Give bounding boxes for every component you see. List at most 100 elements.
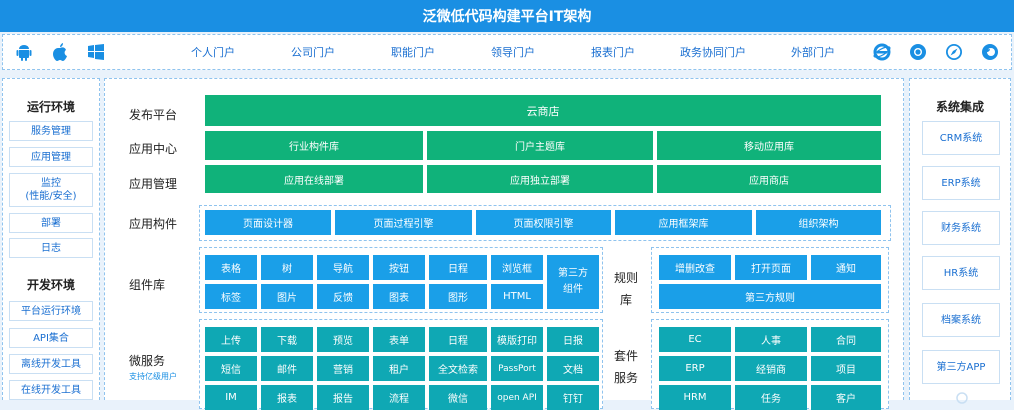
svc-daily[interactable]: 日报 — [547, 327, 599, 352]
page-permission-engine[interactable]: 页面权限引擎 — [476, 210, 611, 235]
widget-image[interactable]: 图片 — [261, 284, 313, 309]
integration-thirdparty-app[interactable]: 第三方APP — [922, 350, 1000, 384]
suite-project[interactable]: 项目 — [811, 356, 881, 381]
widget-schedule[interactable]: 日程 — [429, 255, 487, 280]
cloud-store[interactable]: 云商店 — [205, 95, 881, 126]
suite-ec[interactable]: EC — [659, 327, 731, 352]
page-process-engine[interactable]: 页面过程引擎 — [335, 210, 472, 235]
widget-tree[interactable]: 树 — [261, 255, 313, 280]
mobile-app-lib[interactable]: 移动应用库 — [657, 131, 881, 160]
widget-thirdparty[interactable]: 第三方 组件 — [547, 255, 599, 309]
integration-erp[interactable]: ERP系统 — [922, 166, 1000, 200]
widget-browse[interactable]: 浏览框 — [491, 255, 543, 280]
svc-im[interactable]: IM — [205, 385, 257, 410]
svc-upload[interactable]: 上传 — [205, 327, 257, 352]
runtime-item-monitor[interactable]: 监控 (性能/安全) — [9, 173, 93, 207]
svc-doc[interactable]: 文档 — [547, 356, 599, 381]
svc-fulltext[interactable]: 全文检索 — [429, 356, 487, 381]
rules-lib-label: 规则 库 — [613, 271, 638, 307]
suite-label: 套件 服务 — [613, 349, 638, 385]
app-store[interactable]: 应用商店 — [657, 165, 881, 193]
appmgmt-label: 应用管理 — [129, 177, 178, 191]
app-framework-lib[interactable]: 应用框架库 — [615, 210, 752, 235]
suite-erp[interactable]: ERP — [659, 356, 731, 381]
svc-brief[interactable]: 报告 — [317, 385, 369, 410]
svc-marketing[interactable]: 营销 — [317, 356, 369, 381]
suite-contract[interactable]: 合同 — [811, 327, 881, 352]
nav-item-external[interactable]: 外部门户 — [763, 44, 863, 60]
app-online-deploy[interactable]: 应用在线部署 — [205, 165, 423, 193]
integration-archive[interactable]: 档案系统 — [922, 303, 1000, 337]
integration-crm[interactable]: CRM系统 — [922, 121, 1000, 155]
widget-tag[interactable]: 标签 — [205, 284, 257, 309]
rule-crud[interactable]: 增删改查 — [659, 255, 731, 280]
widget-chart[interactable]: 图表 — [373, 284, 425, 309]
industry-lib[interactable]: 行业构件库 — [205, 131, 423, 160]
suite-hrm[interactable]: HRM — [659, 385, 731, 410]
suite-customer[interactable]: 客户 — [811, 385, 881, 410]
nav-item-report[interactable]: 报表门户 — [563, 44, 663, 60]
svc-workflow[interactable]: 流程 — [373, 385, 425, 410]
svc-report[interactable]: 报表 — [261, 385, 313, 410]
dev-item-online[interactable]: 在线开发工具 — [9, 380, 93, 400]
nav-item-function[interactable]: 职能门户 — [363, 44, 463, 60]
dev-item-platform[interactable]: 平台运行环境 — [9, 301, 93, 321]
windows-icon — [85, 41, 107, 63]
search-icon — [956, 389, 970, 408]
android-icon — [13, 41, 35, 63]
org-structure[interactable]: 组织架构 — [756, 210, 881, 235]
rule-notify[interactable]: 通知 — [811, 255, 881, 280]
dev-item-offline[interactable]: 离线开发工具 — [9, 354, 93, 374]
rule-thirdparty[interactable]: 第三方规则 — [659, 284, 881, 309]
architecture-main: 发布平台 云商店 应用中心 行业构件库 门户主题库 移动应用库 应用管理 应用在… — [104, 78, 904, 410]
app-standalone-deploy[interactable]: 应用独立部署 — [427, 165, 653, 193]
svc-tenant[interactable]: 租户 — [373, 356, 425, 381]
widget-feedback[interactable]: 反馈 — [317, 284, 369, 309]
runtime-item-app[interactable]: 应用管理 — [9, 147, 93, 167]
runtime-item-log[interactable]: 日志 — [9, 238, 93, 258]
page-designer[interactable]: 页面设计器 — [205, 210, 331, 235]
svc-passport[interactable]: PassPort — [491, 356, 543, 381]
nav-menu: 个人门户 公司门户 职能门户 领导门户 报表门户 政务协同门户 外部门户 — [163, 35, 863, 69]
integration-hr[interactable]: HR系统 — [922, 256, 1000, 290]
nav-item-government[interactable]: 政务协同门户 — [663, 44, 763, 60]
suite-dealer[interactable]: 经销商 — [735, 356, 807, 381]
widget-graphic[interactable]: 图形 — [429, 284, 487, 309]
portal-theme-lib[interactable]: 门户主题库 — [427, 131, 653, 160]
firefox-icon — [979, 41, 1001, 63]
suite-hr[interactable]: 人事 — [735, 327, 807, 352]
ie-icon — [871, 41, 893, 63]
svc-preview[interactable]: 预览 — [317, 327, 369, 352]
svc-mail[interactable]: 邮件 — [261, 356, 313, 381]
widget-table[interactable]: 表格 — [205, 255, 257, 280]
chrome-icon — [907, 41, 929, 63]
rule-open-page[interactable]: 打开页面 — [735, 255, 807, 280]
runtime-item-service[interactable]: 服务管理 — [9, 121, 93, 141]
svc-dingtalk[interactable]: 钉钉 — [547, 385, 599, 410]
safari-icon — [943, 41, 965, 63]
svc-download[interactable]: 下载 — [261, 327, 313, 352]
nav-item-personal[interactable]: 个人门户 — [163, 44, 263, 60]
nav-item-leader[interactable]: 领导门户 — [463, 44, 563, 60]
svc-open-api[interactable]: open API — [491, 385, 543, 410]
svc-template-print[interactable]: 模版打印 — [491, 327, 543, 352]
widget-nav[interactable]: 导航 — [317, 255, 369, 280]
micro-sublabel: 支持亿级用户 — [129, 372, 177, 381]
nav-item-company[interactable]: 公司门户 — [263, 44, 363, 60]
page-title: 泛微低代码构建平台IT架构 — [0, 0, 1014, 32]
svc-form[interactable]: 表单 — [373, 327, 425, 352]
os-icons — [13, 35, 107, 69]
widget-button[interactable]: 按钮 — [373, 255, 425, 280]
runtime-env-title: 运行环境 — [26, 100, 75, 114]
integration-finance[interactable]: 财务系统 — [922, 211, 1000, 245]
runtime-item-deploy[interactable]: 部署 — [9, 213, 93, 233]
dev-item-api[interactable]: API集合 — [9, 328, 93, 348]
widget-html[interactable]: HTML — [491, 284, 543, 309]
svc-schedule[interactable]: 日程 — [429, 327, 487, 352]
components-label: 应用构件 — [129, 217, 178, 231]
svc-wechat[interactable]: 微信 — [429, 385, 487, 410]
suite-task[interactable]: 任务 — [735, 385, 807, 410]
svc-sms[interactable]: 短信 — [205, 356, 257, 381]
left-sidebar: 运行环境 服务管理 应用管理 监控 (性能/安全) 部署 日志 开发环境 平台运… — [2, 78, 100, 400]
appcenter-label: 应用中心 — [129, 142, 178, 156]
